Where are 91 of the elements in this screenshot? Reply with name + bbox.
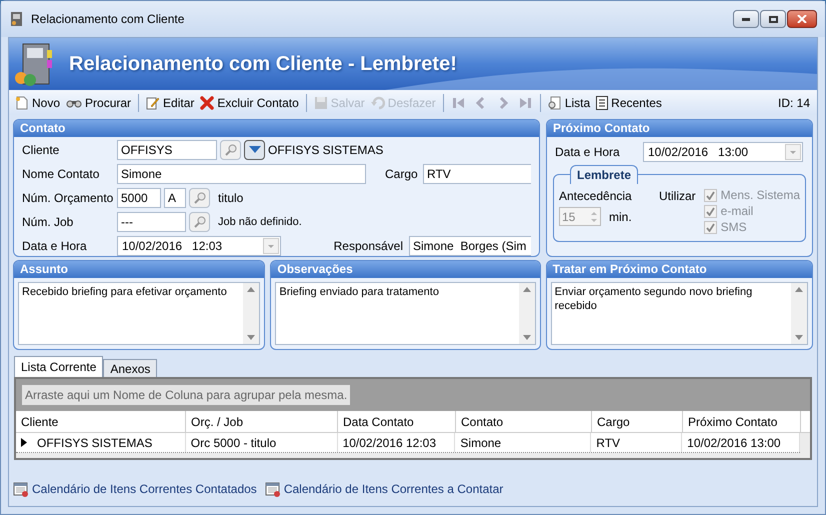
scroll-down-icon xyxy=(247,335,256,340)
input-field[interactable]: OFFISYS xyxy=(117,140,217,160)
record-id: ID: 14 xyxy=(778,94,810,112)
field-label: Cargo xyxy=(385,166,419,183)
field-label: Data e Hora xyxy=(554,144,621,161)
calendar-icon xyxy=(13,481,29,497)
first-record-icon[interactable] xyxy=(452,96,466,110)
scroll-up-icon xyxy=(247,287,256,292)
client-name: OFFISYS SISTEMAS xyxy=(268,142,384,159)
calendar-icon xyxy=(264,481,281,497)
table-cell: 10/02/2016 12:03 xyxy=(338,433,456,452)
table-cell: RTV xyxy=(591,433,682,452)
calendar-link[interactable]: Calendário de Itens Correntes Contatados xyxy=(13,480,257,498)
tab[interactable]: Anexos xyxy=(103,359,158,377)
search-button[interactable] xyxy=(189,212,210,232)
panel-header: Assunto xyxy=(14,261,264,278)
list-icon xyxy=(548,96,562,110)
toolbar-button[interactable]: Recentes xyxy=(593,92,665,112)
text-area[interactable]: Briefing enviado para tratamento xyxy=(275,282,536,345)
panel-header: Observações xyxy=(271,261,540,278)
column-header[interactable]: Próximo Contato xyxy=(683,411,801,432)
date-field[interactable]: 10/02/2016 13:00 xyxy=(643,142,803,162)
text-area[interactable]: Recebido briefing para efetivar orçamento xyxy=(18,282,260,345)
column-header[interactable]: Data Contato xyxy=(338,411,456,432)
calendar-link[interactable]: Calendário de Itens Correntes a Contatar xyxy=(264,480,504,498)
toolbar-button[interactable]: Editar xyxy=(143,92,198,112)
scrollbar[interactable] xyxy=(518,283,535,344)
input-field[interactable]: RTV xyxy=(423,164,531,184)
field-label: Utilizar xyxy=(658,188,696,205)
dropdown-icon xyxy=(785,144,801,160)
window-title: Relacionamento com Cliente xyxy=(31,11,186,28)
maximize-button[interactable] xyxy=(760,10,786,28)
scroll-up-icon xyxy=(795,287,803,292)
minimize-button[interactable] xyxy=(733,10,759,28)
job-note: Job não definido. xyxy=(218,214,302,230)
column-header[interactable]: Orç. / Job xyxy=(186,411,338,432)
field-label: Cliente xyxy=(22,142,60,159)
scroll-up-icon xyxy=(522,287,531,292)
panel-header: Próximo Contato xyxy=(547,120,812,137)
table-cell: OFFISYS SISTEMAS xyxy=(16,433,186,452)
magnifier-icon xyxy=(224,144,236,156)
new-page-icon xyxy=(15,96,29,110)
app-icon xyxy=(9,11,25,27)
dropdown-icon xyxy=(263,238,279,254)
field-label: Data e Hora xyxy=(22,238,88,255)
field-label: Nome Contato xyxy=(22,166,100,183)
banner-title: Relacionamento com Cliente - Lembrete! xyxy=(69,52,457,77)
input-field[interactable]: 5000 xyxy=(117,188,161,208)
table-cell: Orc 5000 - titulo xyxy=(186,433,338,452)
panel-header: Contato xyxy=(14,120,539,137)
caret-icon xyxy=(248,146,260,154)
panel-header: Tratar em Próximo Contato xyxy=(546,261,812,278)
toolbar-button[interactable]: Lista xyxy=(544,92,594,112)
field-label: Responsável xyxy=(334,238,403,255)
close-button[interactable] xyxy=(787,10,817,28)
magnifier-icon xyxy=(194,216,206,228)
input-field[interactable]: --- xyxy=(117,212,186,232)
column-header[interactable]: Cliente xyxy=(16,411,186,432)
magnifier-icon xyxy=(194,192,206,204)
toolbar-button[interactable]: Excluir Contato xyxy=(197,92,302,112)
undo-icon xyxy=(370,96,385,110)
toolbar-button[interactable]: Procurar xyxy=(63,92,134,112)
unit-label: min. xyxy=(609,208,632,226)
toolbar-button[interactable]: Novo xyxy=(12,92,64,112)
last-record-icon[interactable] xyxy=(518,96,532,110)
input-field[interactable]: A xyxy=(164,188,186,208)
date-field[interactable]: 10/02/2016 12:03 xyxy=(117,236,281,256)
column-header[interactable]: Contato xyxy=(456,411,592,432)
field-label: Núm. Orçamento xyxy=(22,190,114,207)
scroll-down-icon xyxy=(795,335,803,340)
field-label: Núm. Job xyxy=(22,214,74,231)
delete-icon xyxy=(200,96,214,110)
text-area[interactable]: Enviar orçamento segundo novo briefing recebido xyxy=(550,282,808,345)
table-cell: Simone xyxy=(455,433,592,452)
scrollbar[interactable] xyxy=(791,283,807,344)
group-title: Lembrete xyxy=(570,165,638,184)
search-button[interactable] xyxy=(189,188,210,208)
budget-title: titulo xyxy=(218,190,244,207)
tab[interactable]: Lista Corrente xyxy=(14,356,104,377)
scrollbar[interactable] xyxy=(243,283,260,344)
group-by-hint: Arraste aqui um Nome de Coluna para agrupar pela mesma. xyxy=(22,385,350,405)
column-header[interactable]: Cargo xyxy=(592,411,683,432)
field-label: Antecedência xyxy=(559,188,633,205)
scroll-down-icon xyxy=(522,335,531,340)
dropdown-button[interactable] xyxy=(244,140,265,160)
list-icon xyxy=(596,96,608,110)
table-cell: 10/02/2016 13:00 xyxy=(682,433,800,452)
edit-icon xyxy=(146,96,160,110)
close-icon xyxy=(797,15,807,23)
dropdown-field[interactable]: Simone Borges (Sim xyxy=(409,236,531,256)
input-field[interactable]: Simone xyxy=(117,164,366,184)
